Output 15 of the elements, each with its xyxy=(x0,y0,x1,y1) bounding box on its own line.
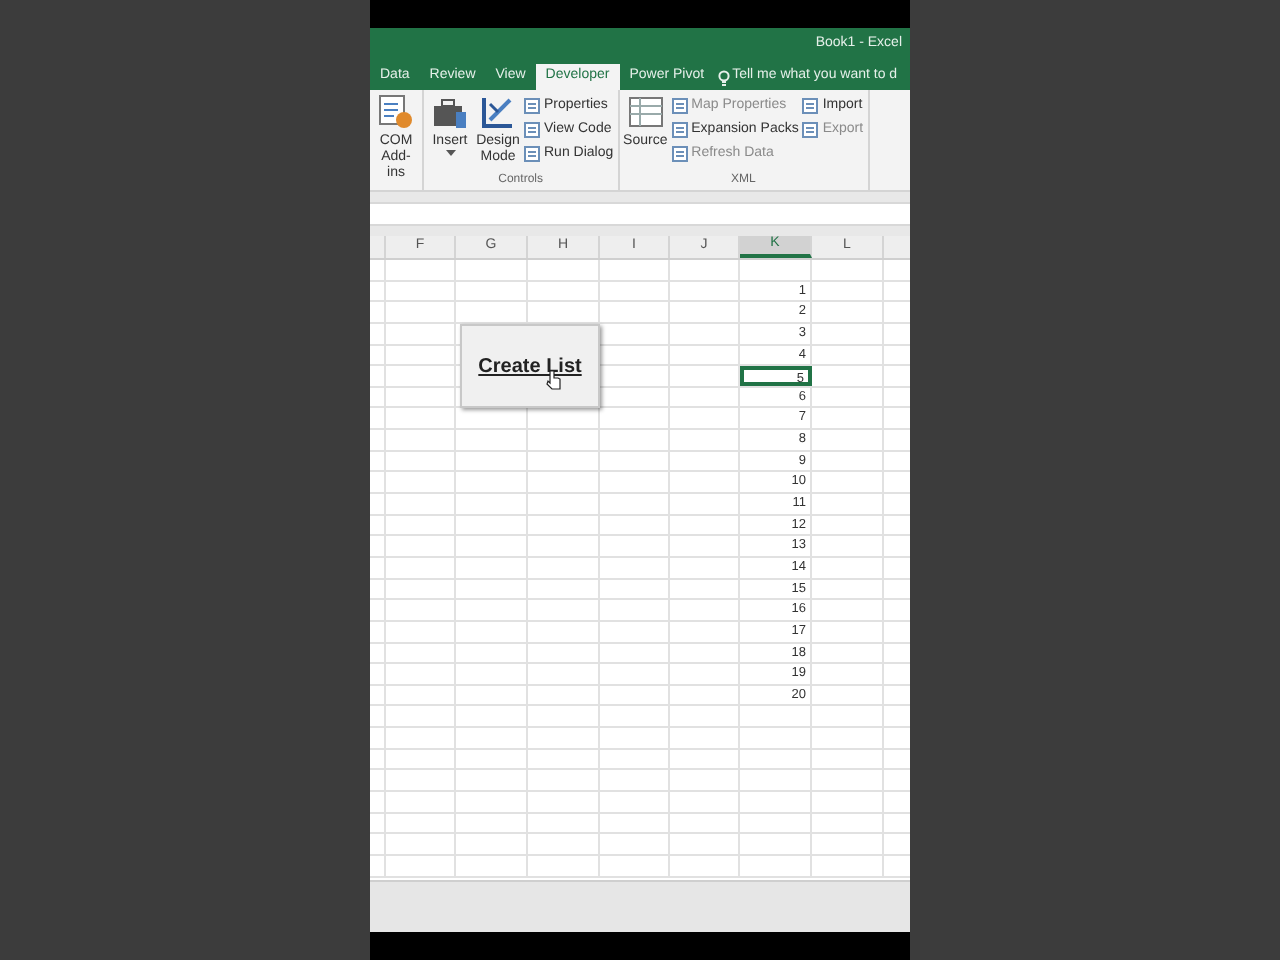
document-icon xyxy=(671,146,688,162)
create-list-button[interactable]: Create List xyxy=(460,324,600,408)
document-icon xyxy=(671,122,688,138)
document-icon xyxy=(524,98,540,114)
caret-icon xyxy=(445,150,455,156)
document-icon xyxy=(524,146,540,162)
document-icon xyxy=(671,98,688,114)
document-icon xyxy=(802,122,819,138)
document-icon xyxy=(802,98,819,114)
ruler-pencil-icon xyxy=(480,94,516,130)
hand-cursor-icon xyxy=(546,370,562,390)
toolbox-icon xyxy=(432,94,468,130)
lightbulb-icon xyxy=(718,69,731,85)
formula-bar[interactable] xyxy=(370,202,910,226)
document-icon xyxy=(524,122,540,138)
